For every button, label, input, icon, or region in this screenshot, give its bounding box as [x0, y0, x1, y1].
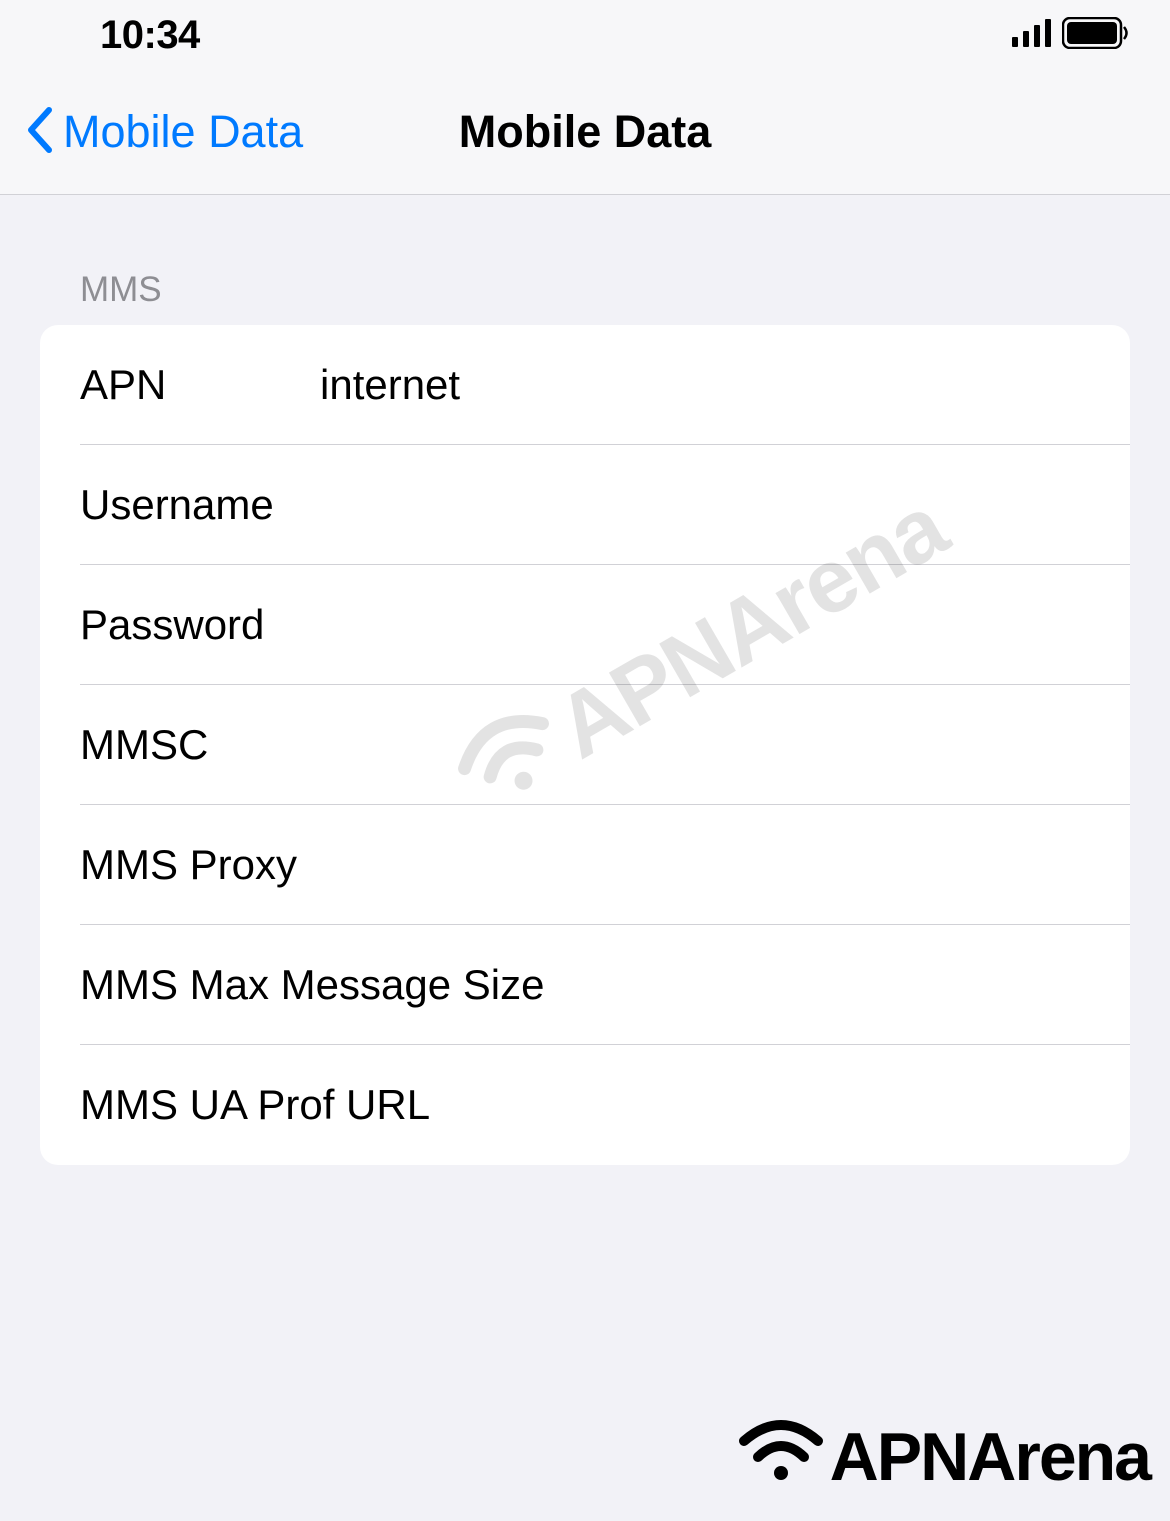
label-mmsc: MMSC [80, 721, 320, 769]
label-mms-max: MMS Max Message Size [80, 961, 1130, 1009]
row-apn[interactable]: APN [40, 325, 1130, 445]
back-label: Mobile Data [63, 106, 303, 158]
navigation-bar: Mobile Data Mobile Data [0, 70, 1170, 195]
row-mms-ua-prof-url[interactable]: MMS UA Prof URL [40, 1045, 1130, 1165]
input-apn[interactable] [320, 361, 1130, 409]
row-password[interactable]: Password [40, 565, 1130, 685]
battery-icon [1062, 17, 1130, 54]
back-button[interactable]: Mobile Data [25, 106, 303, 159]
row-mms-proxy[interactable]: MMS Proxy [40, 805, 1130, 925]
status-bar: 10:34 [0, 0, 1170, 70]
watermark-bottom: APNArena [736, 1413, 1150, 1501]
row-username[interactable]: Username [40, 445, 1130, 565]
input-mmsc[interactable] [320, 721, 1130, 769]
settings-group-mms: APN Username Password MMSC MMS Proxy MMS… [40, 325, 1130, 1165]
row-mms-max-message-size[interactable]: MMS Max Message Size [40, 925, 1130, 1045]
label-mms-proxy: MMS Proxy [80, 841, 549, 889]
label-apn: APN [80, 361, 320, 409]
label-mms-ua-prof: MMS UA Prof URL [80, 1081, 1130, 1129]
status-time: 10:34 [100, 13, 200, 58]
watermark-text: APNArena [830, 1418, 1150, 1496]
content-area: MMS APN Username Password MMSC MMS Proxy… [0, 195, 1170, 1165]
cellular-signal-icon [1012, 19, 1052, 52]
input-mms-proxy[interactable] [549, 841, 1130, 889]
section-header-mms: MMS [40, 270, 1130, 325]
input-password[interactable] [320, 601, 1130, 649]
chevron-left-icon [25, 106, 55, 159]
wifi-icon [736, 1413, 826, 1501]
page-title: Mobile Data [459, 106, 712, 158]
row-mmsc[interactable]: MMSC [40, 685, 1130, 805]
label-username: Username [80, 481, 320, 529]
status-indicators [1012, 17, 1130, 54]
input-username[interactable] [320, 481, 1130, 529]
label-password: Password [80, 601, 320, 649]
